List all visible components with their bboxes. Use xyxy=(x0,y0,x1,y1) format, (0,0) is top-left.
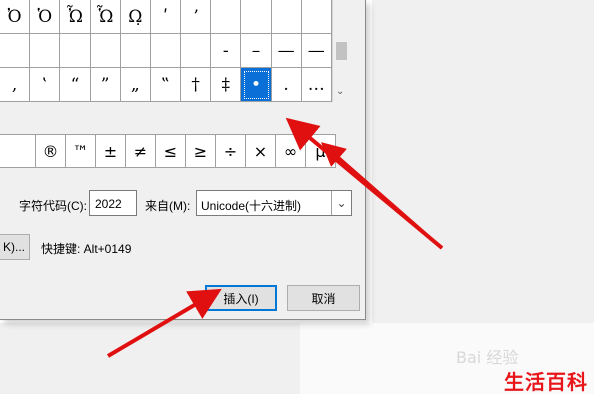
symbol-cell[interactable]: - xyxy=(211,34,242,68)
symbol-cell[interactable]: ․ xyxy=(271,68,302,102)
symbol-grid-scrollbar[interactable]: ⌄ xyxy=(332,0,350,102)
shortcut-key-button[interactable]: K)... xyxy=(0,234,30,260)
symbol-cell[interactable]: – xyxy=(241,34,272,68)
scroll-down-icon[interactable]: ⌄ xyxy=(336,86,344,97)
from-select[interactable]: Unicode(十六进制) ⌄ xyxy=(196,190,352,216)
recent-symbol-cell[interactable]: µ xyxy=(306,135,336,167)
symbol-cell[interactable] xyxy=(150,34,182,68)
recent-symbol-cell[interactable]: ™ xyxy=(66,135,96,167)
symbol-cell[interactable] xyxy=(271,0,302,34)
char-code-label: 字符代码(C): xyxy=(19,199,87,213)
symbol-cell[interactable]: ” xyxy=(90,68,121,102)
symbol-cell[interactable] xyxy=(30,34,61,68)
symbol-cell[interactable]: , xyxy=(0,68,31,102)
cancel-button[interactable]: 取消 xyxy=(287,285,360,311)
recent-symbol-cell[interactable]: ÷ xyxy=(216,135,246,167)
recent-symbol-cell[interactable]: ≤ xyxy=(156,135,186,167)
symbol-cell[interactable]: Ὁ xyxy=(30,0,61,34)
symbol-cell[interactable]: — xyxy=(301,34,332,68)
from-select-value: Unicode(十六进制) xyxy=(201,199,302,213)
char-code-input[interactable]: 2022 xyxy=(89,190,137,216)
selected-symbol-cell[interactable]: • xyxy=(241,68,272,102)
symbol-cell[interactable]: “ xyxy=(60,68,91,102)
symbol-cell[interactable]: Ω̣ xyxy=(120,0,151,34)
symbol-cell[interactable]: Ὧ xyxy=(90,0,121,34)
symbol-grid: Ὀ Ὁ Ὦ Ὧ Ω̣ ʹ ʼ - – — — , ‛ “ ” „ ‟ † ‡ •… xyxy=(0,0,332,102)
symbol-cell[interactable] xyxy=(0,34,31,68)
symbol-cell[interactable] xyxy=(211,0,242,34)
symbol-cell[interactable] xyxy=(60,34,91,68)
recent-symbol-cell[interactable]: ≠ xyxy=(126,135,156,167)
symbol-cell[interactable]: Ὀ xyxy=(0,0,31,34)
symbol-cell[interactable]: ‛ xyxy=(30,68,61,102)
symbol-cell[interactable]: ‟ xyxy=(150,68,182,102)
symbol-cell[interactable] xyxy=(120,34,151,68)
recent-symbols-row: ® ™ ± ≠ ≤ ≥ ÷ × ∞ µ xyxy=(0,134,336,168)
recent-symbol-cell[interactable]: × xyxy=(246,135,276,167)
symbol-cell[interactable]: „ xyxy=(120,68,151,102)
watermark-text: Bai 经验 xyxy=(456,348,519,367)
symbol-dialog: Ὀ Ὁ Ὦ Ὧ Ω̣ ʹ ʼ - – — — , ‛ “ ” „ ‟ † ‡ •… xyxy=(0,0,366,320)
symbol-cell[interactable]: Ὦ xyxy=(60,0,91,34)
symbol-cell[interactable]: ‡ xyxy=(211,68,242,102)
recent-symbol-cell[interactable]: ≥ xyxy=(186,135,216,167)
recent-symbol-cell[interactable]: ± xyxy=(96,135,126,167)
symbol-cell[interactable]: ʹ xyxy=(150,0,182,34)
recent-symbol-cell[interactable] xyxy=(0,135,36,167)
symbol-cell[interactable] xyxy=(301,0,332,34)
chevron-down-icon[interactable]: ⌄ xyxy=(331,191,351,215)
recent-symbol-cell[interactable]: ® xyxy=(36,135,66,167)
symbol-cell[interactable]: … xyxy=(301,68,332,102)
symbol-cell[interactable]: † xyxy=(181,68,212,102)
recent-symbol-cell[interactable]: ∞ xyxy=(276,135,306,167)
symbol-cell[interactable] xyxy=(90,34,121,68)
symbol-cell[interactable]: ʼ xyxy=(181,0,212,34)
symbol-cell[interactable] xyxy=(241,0,272,34)
scrollbar-thumb[interactable] xyxy=(336,42,347,60)
symbol-cell[interactable]: — xyxy=(271,34,302,68)
insert-button[interactable]: 插入(I) xyxy=(205,285,277,311)
brand-watermark: 生活百科 xyxy=(504,370,588,394)
symbol-cell[interactable] xyxy=(181,34,212,68)
shortcut-key-text: 快捷键: Alt+0149 xyxy=(41,242,132,256)
from-label: 来自(M): xyxy=(145,199,191,213)
